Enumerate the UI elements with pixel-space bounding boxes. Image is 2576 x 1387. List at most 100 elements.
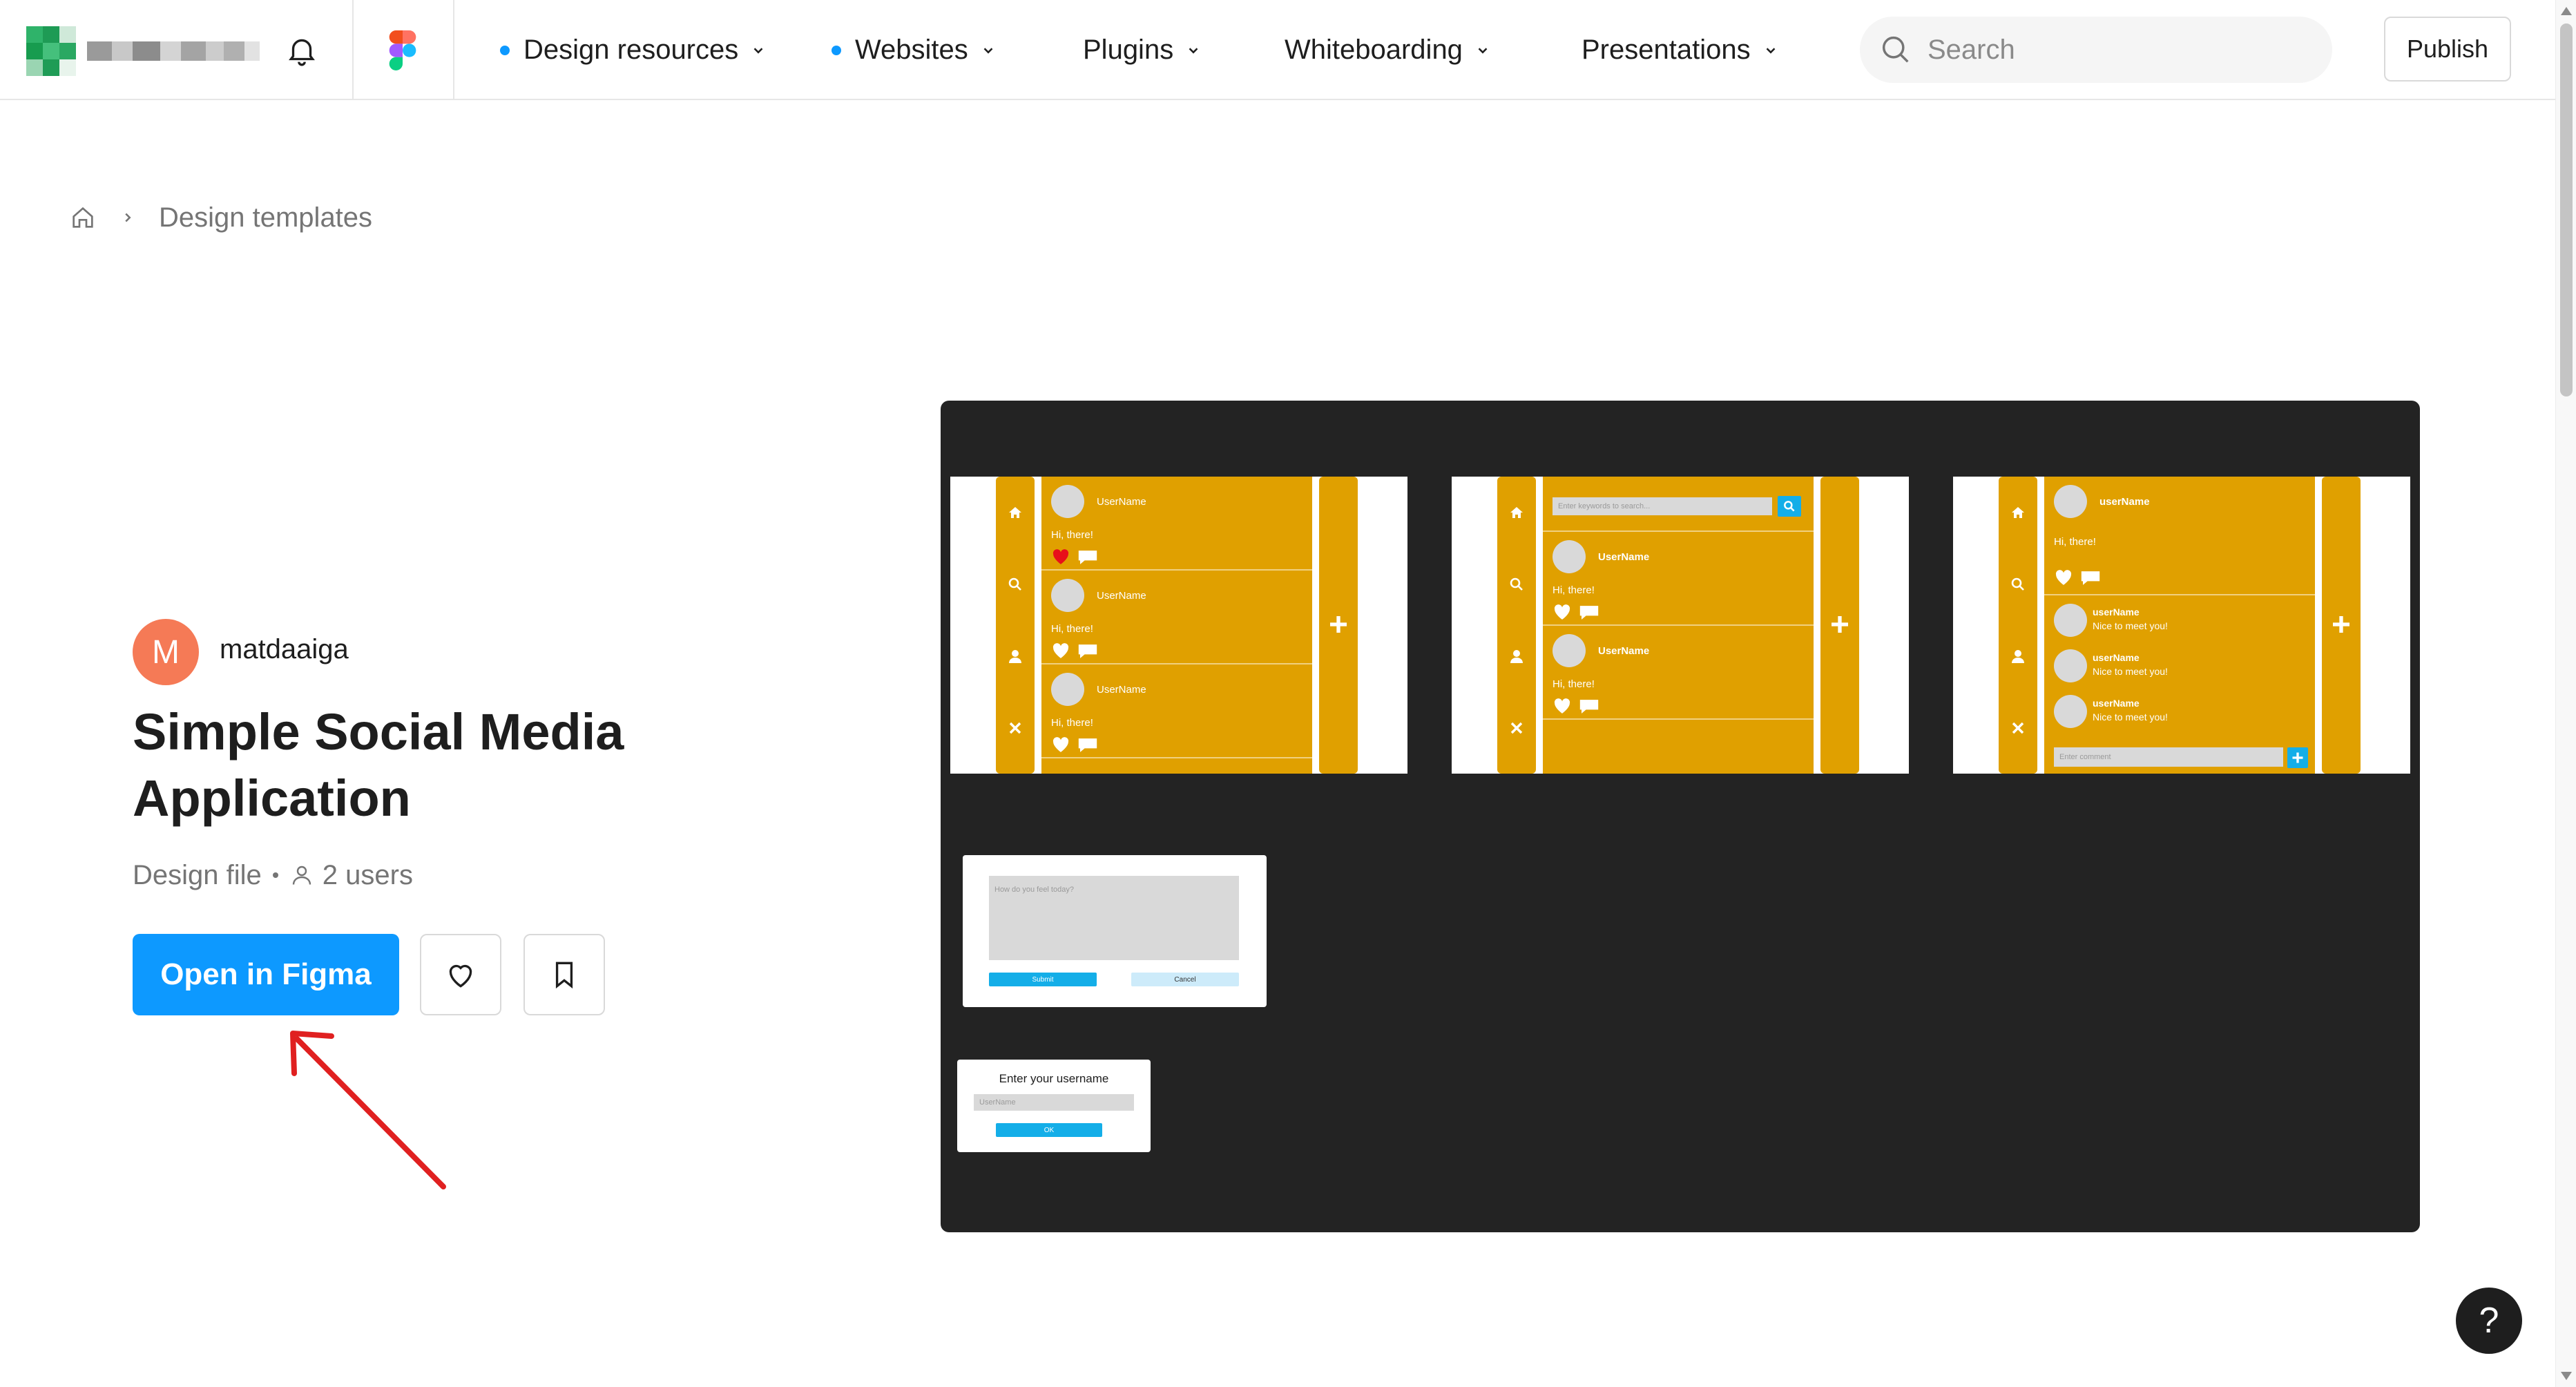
search-icon — [1784, 501, 1795, 512]
heart-filled-red-icon — [1052, 549, 1069, 564]
home-icon[interactable] — [69, 204, 97, 231]
open-in-figma-button[interactable]: Open in Figma — [133, 934, 399, 1015]
mockup-avatar — [1051, 579, 1084, 612]
breadcrumb-design-templates[interactable]: Design templates — [159, 202, 372, 233]
chevron-down-icon — [753, 47, 763, 54]
user-count: 2 users — [322, 859, 413, 890]
mockup-comment-text: Nice to meet you! — [2093, 620, 2168, 631]
chevron-down-icon — [1189, 47, 1198, 54]
figma-logo-icon[interactable] — [389, 30, 416, 70]
mockup-username: UserName — [1598, 645, 1650, 657]
mockup-action-bar — [1319, 477, 1358, 774]
bookmark-icon — [555, 962, 573, 989]
search-icon — [1510, 577, 1523, 591]
author-name[interactable]: matdaaiga — [220, 634, 349, 665]
mockup-avatar — [1553, 540, 1586, 573]
mockup-action-bar — [1820, 477, 1859, 774]
mockup-ok-button: OK — [996, 1123, 1102, 1137]
mockup-comment-user: userName — [2093, 606, 2140, 618]
scroll-thumb[interactable] — [2560, 23, 2573, 396]
scroll-up-arrow-icon[interactable] — [2561, 7, 2572, 15]
mockup-post-text: Hi, there! — [1051, 717, 1093, 729]
mockup-post-text: Hi, there! — [1051, 623, 1093, 635]
mockup-comment: userName Nice to meet you! — [2044, 598, 2315, 644]
mockup-post: UserName Hi, there! — [1041, 571, 1312, 664]
mockup-feed-screen: UserName Hi, there! UserName Hi, there! … — [950, 477, 1407, 774]
home-icon — [1009, 507, 1021, 518]
mockup-search-button — [1778, 496, 1801, 517]
file-meta: Design file 2 users — [133, 858, 413, 892]
scroll-down-arrow-icon[interactable] — [2561, 1372, 2572, 1380]
heart-icon — [1052, 643, 1069, 658]
mockup-action-bar — [2322, 477, 2361, 774]
heart-icon — [1554, 698, 1570, 714]
like-button[interactable] — [420, 934, 501, 1015]
mockup-post: userName Hi, there! — [2044, 477, 2315, 595]
close-icon — [1510, 722, 1523, 734]
mockup-avatar — [2054, 485, 2087, 518]
nav-label: Websites — [855, 35, 968, 65]
comment-icon — [1078, 644, 1097, 658]
mockup-username-dialog: Enter your username UserName OK — [957, 1060, 1151, 1152]
mockup-feed: Enter keywords to search... UserName Hi,… — [1543, 477, 1814, 774]
mockup-comment-user: userName — [2093, 652, 2140, 663]
plus-icon — [2333, 616, 2349, 633]
heart-icon — [449, 964, 472, 988]
mockup-comment-user: userName — [2093, 698, 2140, 709]
team-avatar-icon[interactable] — [26, 26, 76, 76]
publish-button[interactable]: Publish — [2384, 17, 2511, 82]
nav-label: Design resources — [523, 35, 739, 65]
mockup-post-dialog: How do you feel today? Submit Cancel — [963, 855, 1267, 1007]
plus-icon — [1330, 616, 1347, 633]
nav-whiteboarding[interactable]: Whiteboarding — [1285, 0, 1490, 100]
author-avatar[interactable]: M — [133, 619, 199, 685]
mockup-avatar — [2054, 604, 2087, 637]
meta-separator — [272, 872, 278, 878]
nav-label: Plugins — [1083, 35, 1174, 65]
file-type: Design file — [133, 859, 262, 890]
mockup-username-title: Enter your username — [999, 1072, 1109, 1085]
help-button[interactable]: ? — [2456, 1288, 2522, 1354]
plus-icon — [1832, 616, 1848, 633]
mockup-submit-button: Submit — [989, 973, 1097, 986]
header-divider — [352, 0, 354, 100]
search-input[interactable] — [1928, 34, 2314, 66]
comment-icon — [1078, 551, 1097, 564]
chevron-down-icon — [1478, 47, 1488, 54]
nav-websites[interactable]: Websites — [832, 0, 996, 100]
breadcrumb: Design templates — [69, 200, 372, 235]
mockup-comment: userName Nice to meet you! — [2044, 689, 2315, 735]
mockup-username: UserName — [1097, 496, 1146, 508]
search-bar[interactable] — [1860, 17, 2332, 83]
page-scrollbar[interactable] — [2555, 0, 2576, 1387]
mockup-username: UserName — [1598, 551, 1650, 563]
nav-presentations[interactable]: Presentations — [1582, 0, 1778, 100]
profile-icon — [1510, 650, 1523, 663]
new-indicator-dot — [832, 45, 841, 55]
comment-icon — [2081, 571, 2100, 585]
mockup-sidebar — [1999, 477, 2037, 774]
mockup-search-row: Enter keywords to search... — [1543, 477, 1814, 532]
nav-design-resources[interactable]: Design resources — [500, 0, 766, 100]
mockup-post-text: Hi, there! — [1051, 529, 1093, 541]
close-icon — [2012, 722, 2024, 734]
notification-bell-icon[interactable] — [285, 33, 319, 68]
mockup-username: UserName — [1097, 684, 1146, 696]
nav-plugins[interactable]: Plugins — [1083, 0, 1201, 100]
template-preview[interactable]: UserName Hi, there! UserName Hi, there! … — [941, 401, 2420, 1232]
mockup-feed: UserName Hi, there! UserName Hi, there! … — [1041, 477, 1312, 774]
mockup-comment: userName Nice to meet you! — [2044, 644, 2315, 689]
mockup-post-text: Hi, there! — [2054, 536, 2096, 548]
bookmark-button[interactable] — [523, 934, 605, 1015]
search-icon — [2011, 577, 2024, 591]
user-icon — [292, 865, 311, 885]
mockup-comment-text: Nice to meet you! — [2093, 711, 2168, 723]
mockup-comment-text: Nice to meet you! — [2093, 666, 2168, 677]
close-icon — [1009, 722, 1021, 734]
heart-icon — [2055, 570, 2072, 585]
mockup-add-comment-button — [2287, 747, 2308, 768]
mockup-sidebar — [1497, 477, 1536, 774]
heart-icon — [1554, 604, 1570, 620]
account-name-blurred[interactable] — [87, 41, 260, 62]
mockup-username: userName — [2099, 496, 2150, 508]
